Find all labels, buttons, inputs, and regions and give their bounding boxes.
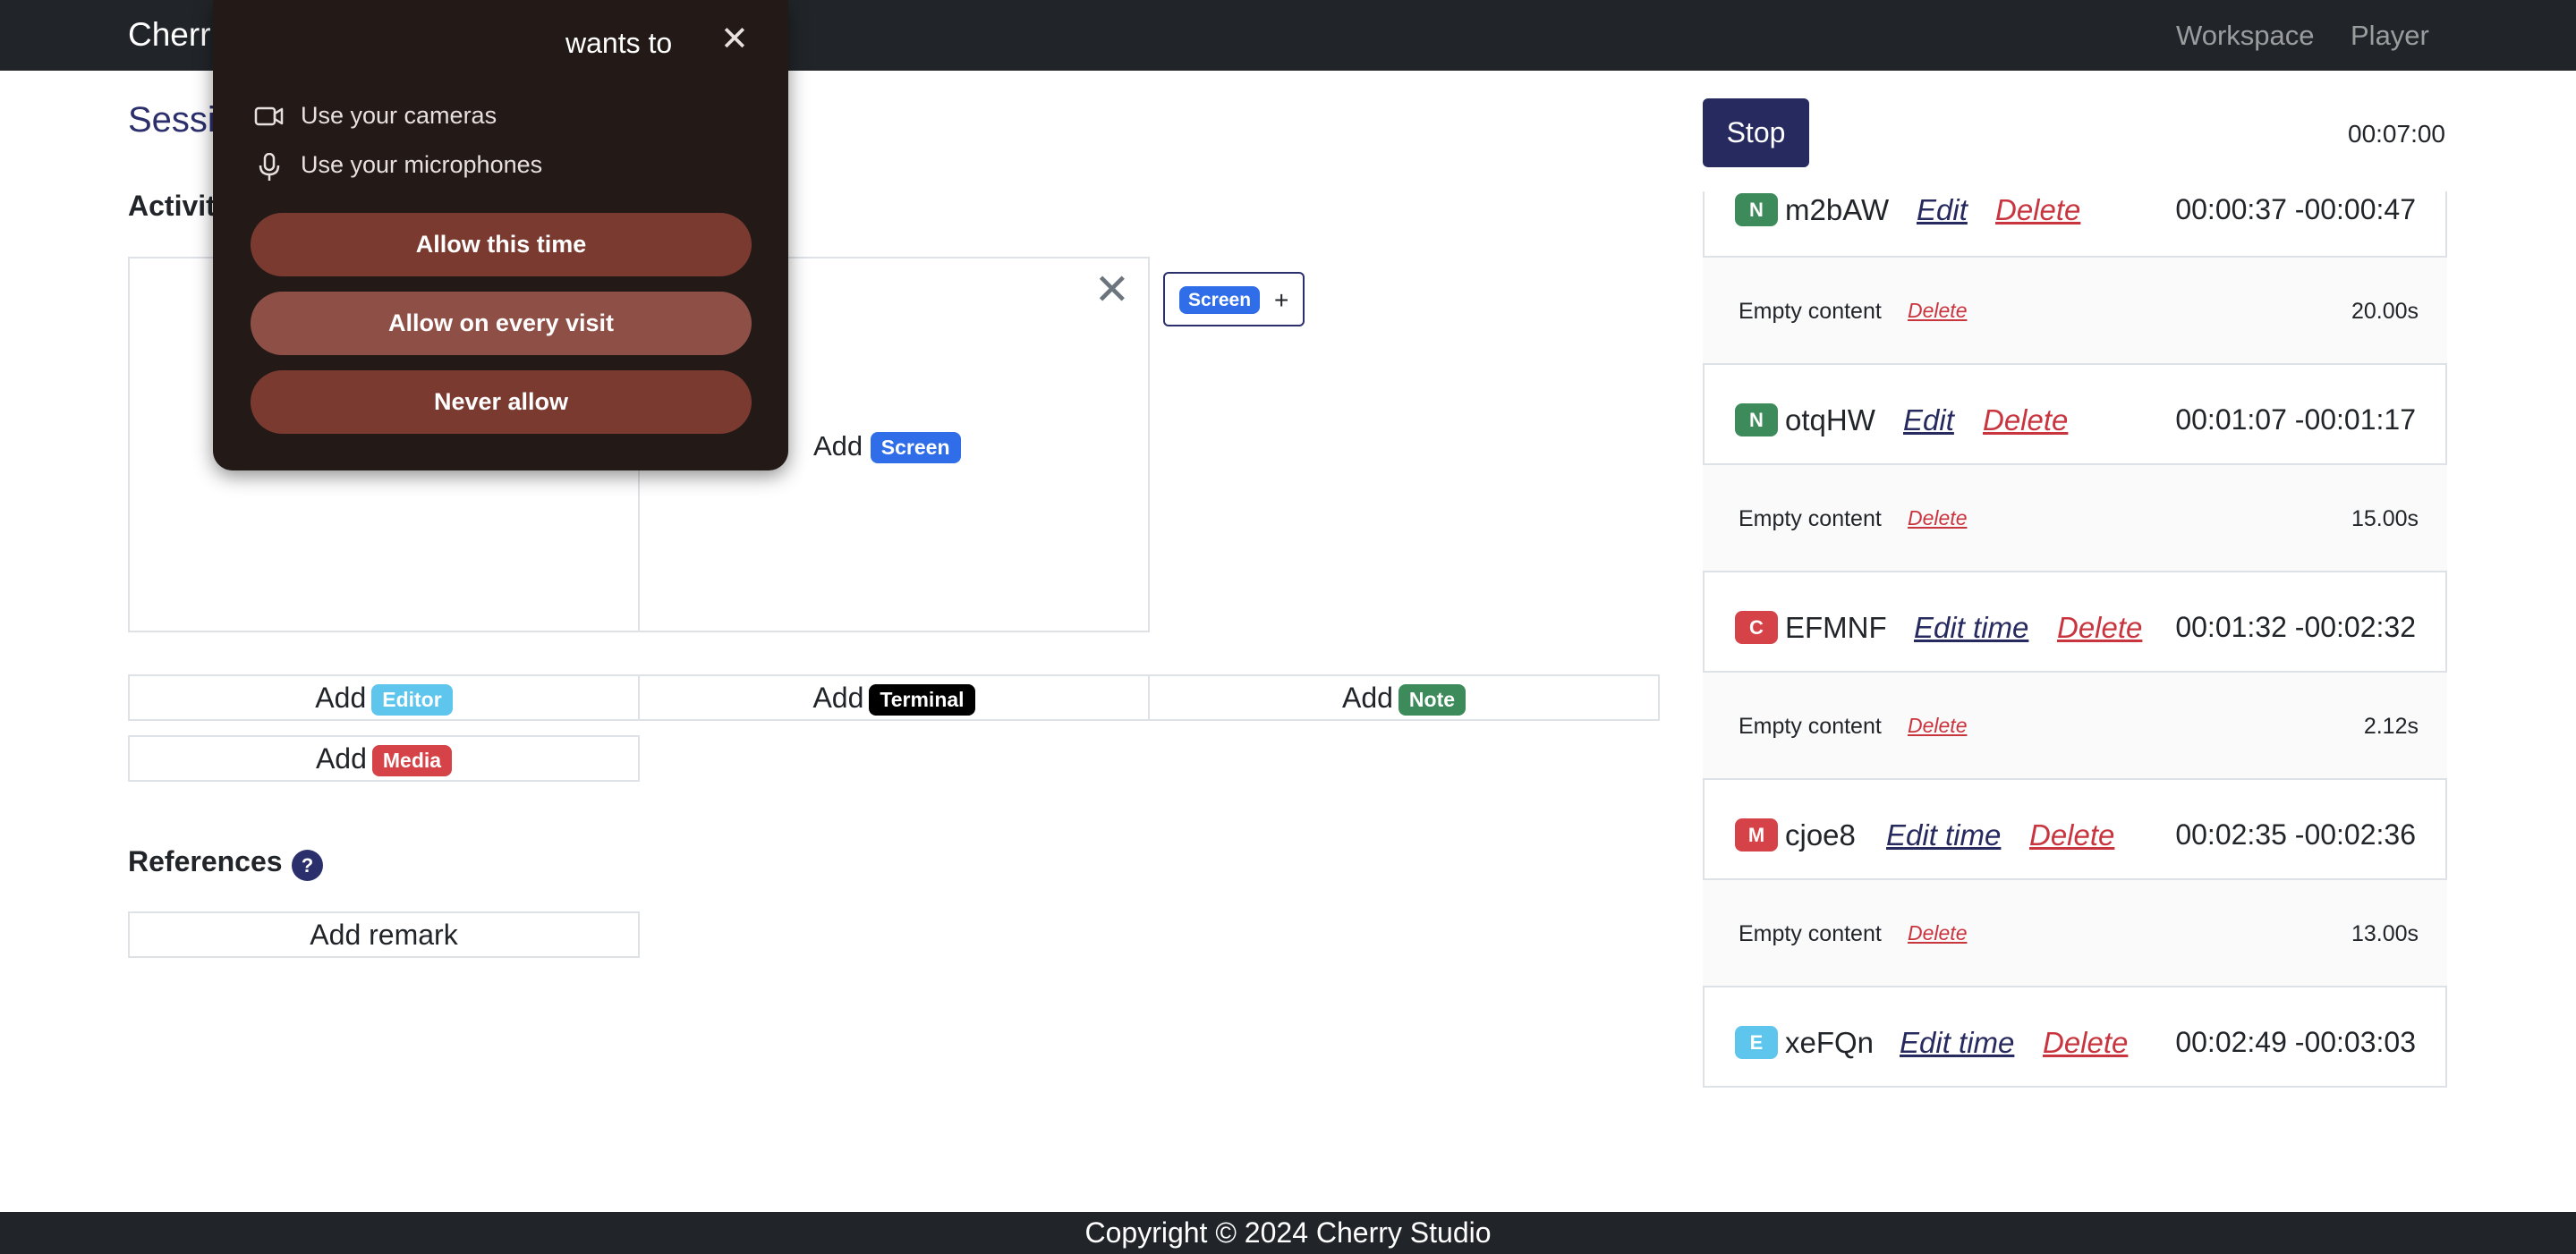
segment-name: otqHW [1785, 403, 1875, 436]
session-title: Sessi [128, 100, 216, 140]
add-editor-label: Add [315, 682, 367, 714]
brand-link[interactable]: Cherr [128, 16, 211, 54]
add-screen-label: Add [813, 430, 863, 462]
segment-edit-link[interactable]: Edit time [1900, 1026, 2014, 1060]
add-editor-button[interactable]: Add Editor [128, 674, 640, 721]
timeline-gap: Empty content Delete 20.00s [1703, 258, 2447, 363]
activities-heading: Activit [128, 190, 216, 222]
help-icon[interactable]: ? [292, 850, 323, 881]
close-icon[interactable]: ✕ [720, 22, 749, 56]
microphone-icon [259, 153, 280, 181]
segment-time-range: 00:02:49 -00:03:03 [2175, 1026, 2416, 1058]
segment-type-badge: C [1735, 611, 1778, 644]
screen-tab-badge: Screen [1179, 286, 1261, 315]
segment-name: cjoe8 [1785, 818, 1856, 852]
timeline-segment: N m2bAW Edit Delete 00:00:37 -00:00:47 [1703, 191, 2447, 258]
permission-popup: wants to ✕ Use your cameras Use your mic… [213, 0, 788, 470]
media-badge: Media [371, 744, 453, 777]
segment-edit-link[interactable]: Edit time [1886, 818, 2001, 852]
timeline-gap: Empty content Delete 2.12s [1703, 673, 2447, 778]
segment-type-badge: N [1735, 403, 1778, 436]
permission-title: wants to [565, 27, 673, 59]
segment-delete-link[interactable]: Delete [1983, 403, 2068, 437]
add-media-button[interactable]: Add Media [128, 735, 640, 782]
permission-camera-label: Use your cameras [301, 102, 497, 129]
timeline-segment: N otqHW Edit Delete 00:01:07 -00:01:17 [1703, 363, 2447, 465]
segment-name: xeFQn [1785, 1026, 1875, 1059]
nav-link-player[interactable]: Player [2351, 20, 2429, 52]
segment-delete-link[interactable]: Delete [2043, 1026, 2128, 1060]
timeline-gap: Empty content Delete 13.00s [1703, 880, 2447, 986]
editor-badge: Editor [371, 683, 453, 716]
gap-duration: 2.12s [2363, 714, 2419, 739]
note-badge: Note [1398, 683, 1467, 716]
gap-duration: 13.00s [2351, 921, 2419, 946]
segment-delete-link[interactable]: Delete [1995, 193, 2080, 227]
segment-time-range: 00:01:32 -00:02:32 [2175, 611, 2416, 643]
timeline-segment: M cjoe8 Edit time Delete 00:02:35 -00:02… [1703, 778, 2447, 880]
gap-label: Empty content [1739, 921, 1882, 946]
gap-duration: 20.00s [2351, 299, 2419, 324]
segment-edit-link[interactable]: Edit [1903, 403, 1954, 437]
allow-this-time-button[interactable]: Allow this time [251, 213, 752, 276]
references-heading: References [128, 845, 283, 877]
segment-time-range: 00:01:07 -00:01:17 [2175, 403, 2416, 436]
screen-badge: Screen [870, 432, 961, 464]
timeline-segment: E xeFQn Edit time Delete 00:02:49 -00:03… [1703, 986, 2447, 1088]
segment-type-badge: M [1735, 818, 1778, 852]
camera-icon [254, 106, 284, 126]
close-panel-icon[interactable]: ✕ [1094, 269, 1130, 312]
nav-link-workspace[interactable]: Workspace [2176, 20, 2315, 52]
segment-delete-link[interactable]: Delete [2057, 611, 2142, 645]
add-note-button[interactable]: Add Note [1148, 674, 1660, 721]
timeline-list: N m2bAW Edit Delete 00:00:37 -00:00:47 E… [1703, 191, 2447, 1090]
never-allow-button[interactable]: Never allow [251, 370, 752, 434]
segment-edit-link[interactable]: Edit [1917, 193, 1968, 227]
terminal-badge: Terminal [869, 683, 975, 716]
gap-delete-link[interactable]: Delete [1908, 299, 1967, 323]
segment-edit-link[interactable]: Edit time [1914, 611, 2028, 645]
gap-label: Empty content [1739, 299, 1882, 324]
segment-name: m2bAW [1785, 193, 1890, 226]
add-terminal-label: Add [812, 682, 864, 714]
gap-label: Empty content [1739, 714, 1882, 739]
gap-delete-link[interactable]: Delete [1908, 506, 1967, 530]
segment-time-range: 00:00:37 -00:00:47 [2175, 193, 2416, 225]
add-tab-plus-icon[interactable]: + [1274, 286, 1288, 315]
segment-time-range: 00:02:35 -00:02:36 [2175, 818, 2416, 851]
gap-delete-link[interactable]: Delete [1908, 921, 1967, 945]
add-remark-button[interactable]: Add remark [128, 911, 640, 958]
timeline-gap: Empty content Delete 15.00s [1703, 465, 2447, 571]
gap-label: Empty content [1739, 506, 1882, 531]
add-media-label: Add [315, 742, 367, 775]
permission-microphone-label: Use your microphones [301, 151, 543, 178]
add-screen-inline[interactable]: Add Screen [813, 430, 961, 464]
stop-button[interactable]: Stop [1703, 98, 1809, 167]
allow-every-visit-button[interactable]: Allow on every visit [251, 292, 752, 355]
add-note-label: Add [1341, 682, 1393, 714]
screen-tab-chip[interactable]: Screen + [1163, 272, 1305, 326]
gap-duration: 15.00s [2351, 506, 2419, 531]
segment-delete-link[interactable]: Delete [2029, 818, 2114, 852]
segment-type-badge: N [1735, 193, 1778, 226]
recording-timer: 00:07:00 [2348, 120, 2445, 148]
segment-type-badge: E [1735, 1026, 1778, 1059]
gap-delete-link[interactable]: Delete [1908, 714, 1967, 738]
segment-name: EFMNF [1785, 611, 1887, 644]
footer: Copyright © 2024 Cherry Studio [0, 1212, 2576, 1254]
timeline-segment: C EFMNF Edit time Delete 00:01:32 -00:02… [1703, 571, 2447, 673]
add-terminal-button[interactable]: Add Terminal [638, 674, 1150, 721]
